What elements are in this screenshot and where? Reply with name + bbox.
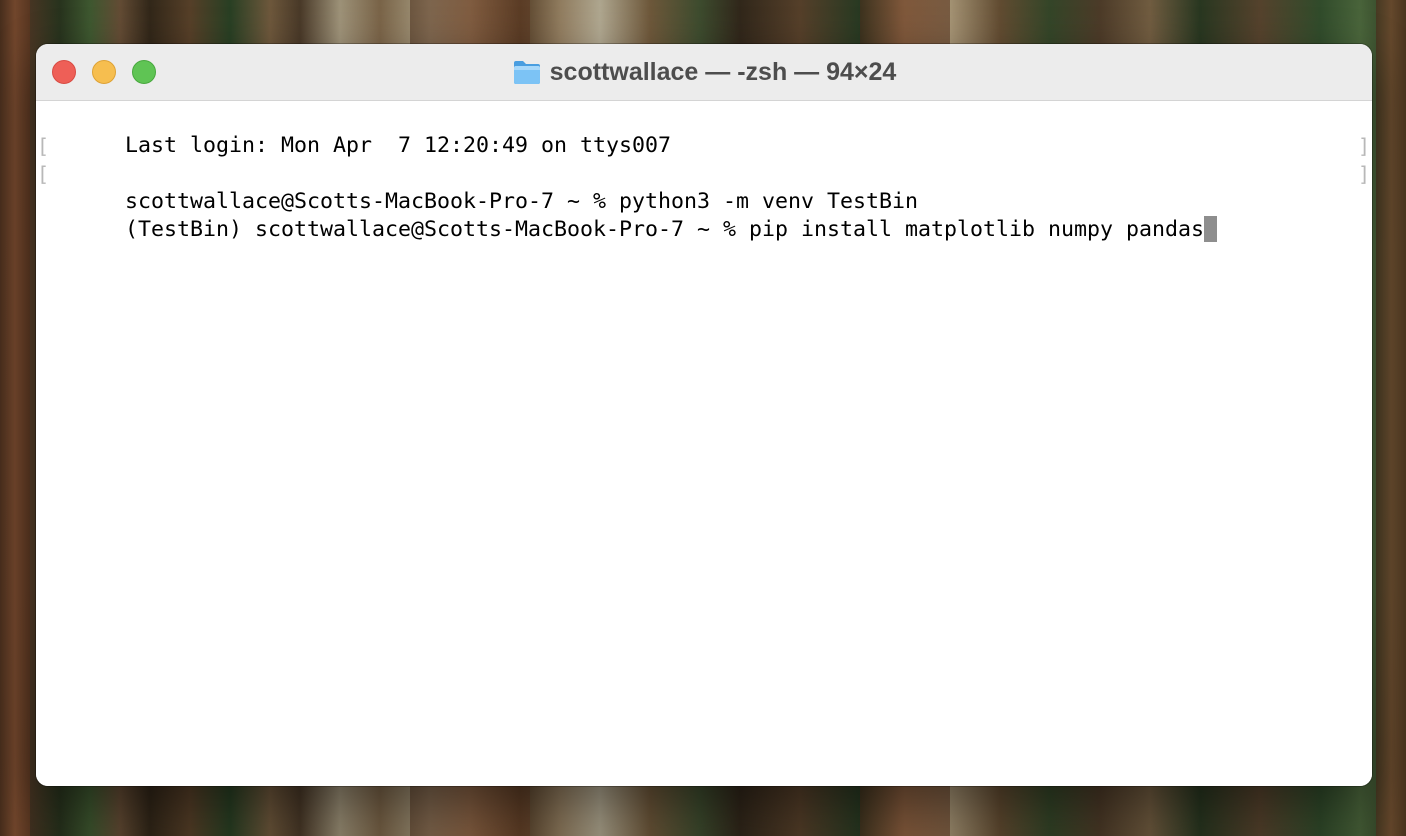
- window-title: scottwallace — -zsh — 94×24: [549, 57, 897, 86]
- terminal-line-text: (TestBin) scottwallace@Scotts-MacBook-Pr…: [125, 217, 1205, 242]
- terminal-window: scottwallace — -zsh — 94×24 Last login: …: [36, 44, 1372, 786]
- wallpaper-tree-trunk: [0, 0, 30, 836]
- terminal-line: [ scottwallace@Scotts-MacBook-Pro-7 ~ % …: [36, 132, 1372, 214]
- terminal-line: [ (TestBin) scottwallace@Scotts-MacBook-…: [36, 160, 1372, 242]
- terminal-line-text: scottwallace@Scotts-MacBook-Pro-7 ~ % py…: [125, 189, 919, 214]
- wallpaper-tree-trunk: [1376, 0, 1406, 836]
- prompt-mark-left: [: [37, 162, 50, 186]
- terminal-line: Last login: Mon Apr 7 12:20:49 on ttys00…: [36, 104, 1372, 158]
- text-cursor: [1204, 216, 1218, 242]
- prompt-mark-right: ]: [1357, 134, 1370, 158]
- prompt-mark-right: ]: [1357, 162, 1370, 186]
- title-bar[interactable]: scottwallace — -zsh — 94×24: [36, 44, 1372, 101]
- window-title-group: scottwallace — -zsh — 94×24: [36, 56, 1372, 88]
- prompt-mark-left: [: [37, 134, 50, 158]
- terminal-content[interactable]: Last login: Mon Apr 7 12:20:49 on ttys00…: [36, 101, 1372, 786]
- folder-icon: [512, 58, 542, 86]
